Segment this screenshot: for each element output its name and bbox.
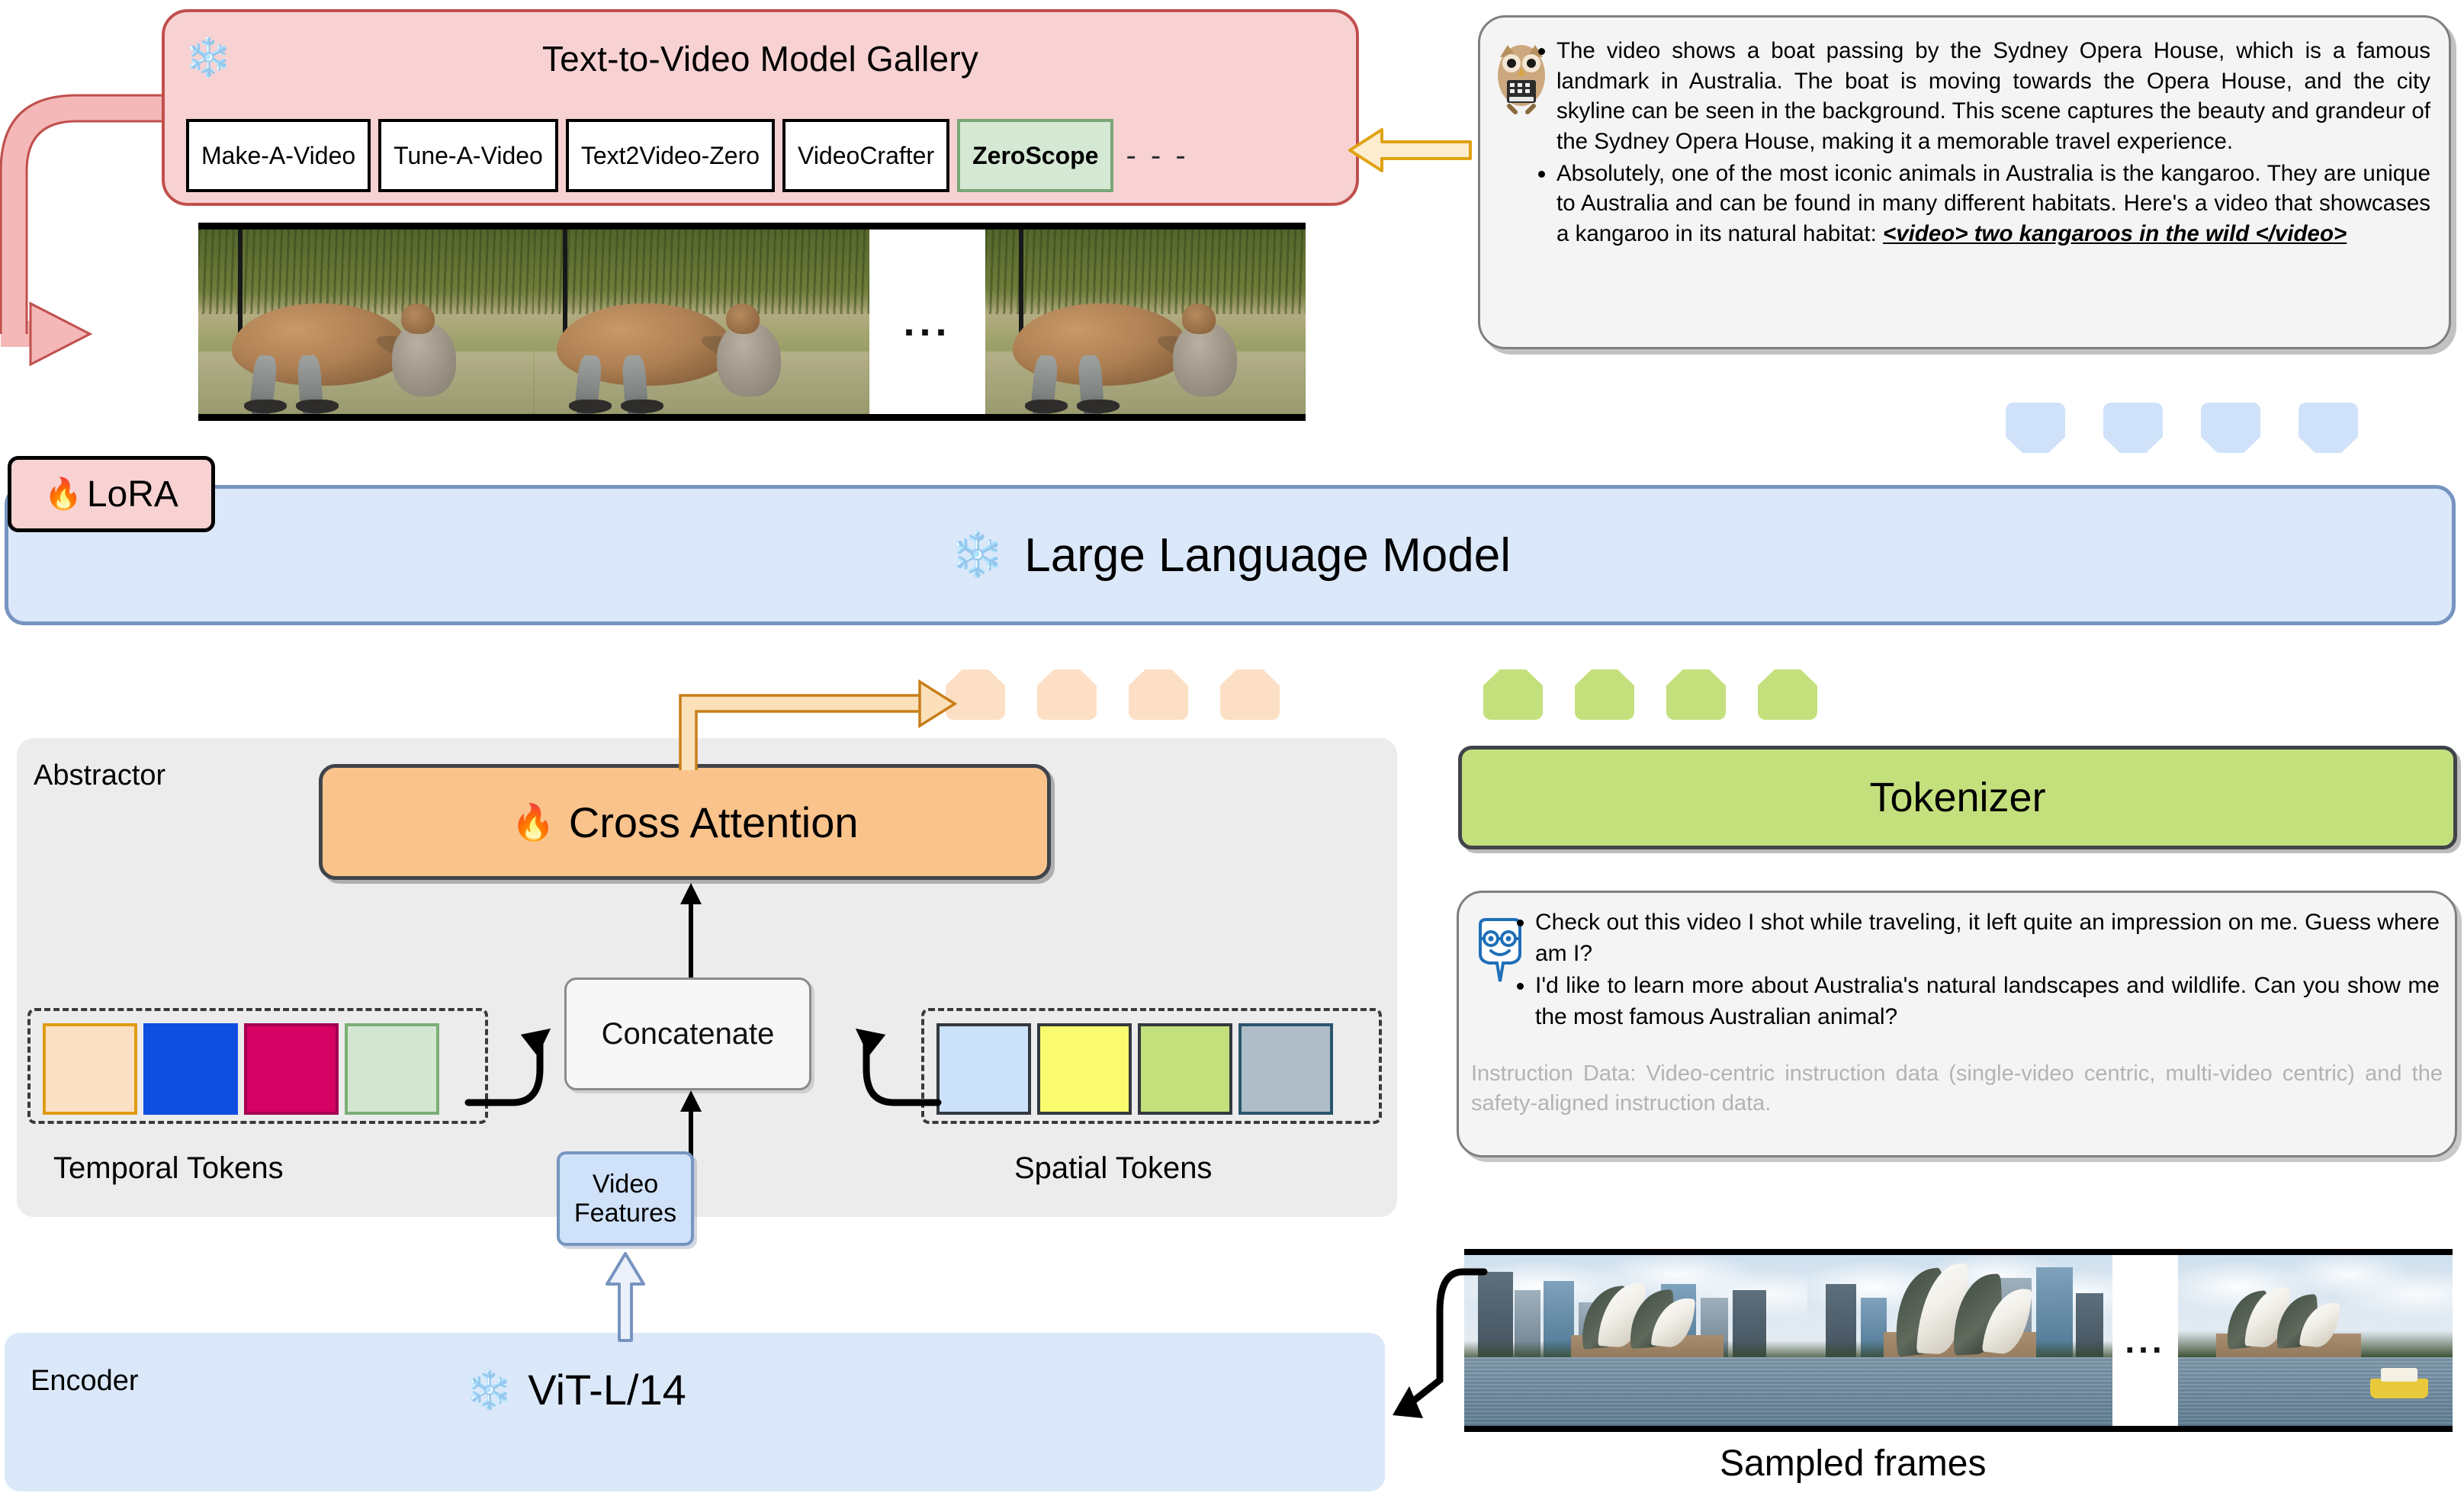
sampled-frames-caption: Sampled frames	[1720, 1443, 1987, 1484]
video-features-line-1: Video	[592, 1169, 659, 1199]
assistant-response-bubble: The video shows a boat passing by the Sy…	[1478, 15, 2451, 349]
user-bullet-list: Check out this video I shot while travel…	[1535, 907, 2440, 1033]
vit-model-group: ❄️ ViT-L/14	[465, 1365, 686, 1414]
spatial-to-concat-arrow	[825, 1006, 942, 1113]
fire-icon: 🔥	[44, 477, 82, 511]
blue-token-row	[2006, 403, 2358, 453]
peach-token-4	[1220, 669, 1280, 720]
video-strip-ellipsis: ...	[869, 230, 985, 414]
abstractor-label: Abstractor	[34, 759, 166, 791]
spatial-swatch-2	[1037, 1023, 1132, 1115]
assistant-bullet-list: The video shows a boat passing by the Sy…	[1556, 36, 2430, 251]
assistant-bullet-1: The video shows a boat passing by the Sy…	[1556, 36, 2430, 157]
peach-token-3	[1129, 669, 1188, 720]
generated-video-strip: ...	[198, 223, 1306, 421]
snowflake-icon: ❄️	[465, 1368, 513, 1411]
concatenate-block: Concatenate	[564, 978, 811, 1090]
gallery-feedback-arrow	[1348, 128, 1472, 172]
encoder-panel	[5, 1333, 1385, 1491]
model-chip-make-a-video[interactable]: Make-A-Video	[186, 119, 371, 192]
tokenizer-block: Tokenizer	[1458, 746, 2457, 849]
blue-token-2	[2103, 403, 2163, 453]
sampled-frames-ellipsis: ...	[2112, 1255, 2178, 1426]
temporal-swatch-1	[43, 1023, 137, 1115]
green-token-1	[1483, 669, 1543, 720]
encoder-label: Encoder	[31, 1365, 139, 1397]
temporal-swatch-row	[43, 1023, 439, 1115]
spatial-swatch-3	[1138, 1023, 1232, 1115]
kangaroo-frame-3	[985, 230, 1306, 414]
sampled-frames-strip: ...	[1464, 1249, 2453, 1432]
green-token-2	[1575, 669, 1634, 720]
llm-label: Large Language Model	[1024, 528, 1511, 582]
blue-token-3	[2201, 403, 2260, 453]
user-instruction-bubble: Check out this video I shot while travel…	[1457, 891, 2457, 1157]
lora-badge: 🔥 LoRA	[8, 456, 215, 532]
cross-attention-label: Cross Attention	[568, 798, 859, 846]
spatial-swatch-row	[936, 1023, 1333, 1115]
concatenate-label: Concatenate	[601, 1016, 775, 1051]
kangaroo-frame-1	[198, 230, 534, 414]
video-features-line-2: Features	[573, 1199, 677, 1228]
model-chip-text2video-zero[interactable]: Text2Video-Zero	[565, 119, 776, 192]
spatial-tokens-label: Spatial Tokens	[1014, 1151, 1213, 1185]
peach-token-2	[1037, 669, 1097, 720]
vit-model-label: ViT-L/14	[528, 1366, 686, 1414]
cross-attention-block: 🔥 Cross Attention	[319, 764, 1051, 880]
model-chip-list: Make-A-Video Tune-A-Video Text2Video-Zer…	[186, 119, 1189, 192]
peach-token-row	[946, 669, 1280, 720]
text-to-video-model-gallery: ❄️ Text-to-Video Model Gallery Make-A-Vi…	[162, 9, 1359, 206]
cross-attention-output-arrow	[671, 679, 961, 770]
blue-token-1	[2006, 403, 2065, 453]
model-chip-ellipsis: - - -	[1126, 138, 1189, 172]
opera-house-frame-3	[2178, 1255, 2453, 1426]
gallery-title: Text-to-Video Model Gallery	[541, 39, 979, 79]
spatial-tokens-group	[921, 1008, 1382, 1124]
model-chip-tune-a-video[interactable]: Tune-A-Video	[378, 119, 558, 192]
tokenizer-label: Tokenizer	[1869, 775, 2046, 820]
large-language-model-bar: ❄️ Large Language Model	[5, 485, 2456, 625]
green-token-4	[1758, 669, 1817, 720]
model-chip-videocrafter[interactable]: VideoCrafter	[782, 119, 950, 192]
instruction-data-note: Instruction Data: Video-centric instruct…	[1471, 1061, 2443, 1116]
temporal-to-concat-arrow	[464, 1006, 581, 1113]
model-chip-zeroscope[interactable]: ZeroScope	[957, 119, 1114, 192]
temporal-swatch-2	[143, 1023, 238, 1115]
spatial-swatch-1	[936, 1023, 1031, 1115]
assistant-bullet-2: Absolutely, one of the most iconic anima…	[1556, 159, 2430, 249]
encoder-to-video-features-arrow	[599, 1244, 651, 1342]
spatial-swatch-4	[1238, 1023, 1333, 1115]
lora-label: LoRA	[86, 474, 178, 515]
concat-to-cross-attention-arrow	[676, 883, 706, 982]
video-features-block: Video Features	[557, 1151, 694, 1246]
temporal-tokens-group	[27, 1008, 488, 1124]
opera-house-frame-2	[1807, 1255, 2112, 1426]
video-tag-link[interactable]: <video> two kangaroos in the wild </vide…	[1883, 221, 2347, 246]
temporal-swatch-4	[345, 1023, 439, 1115]
fire-icon: 🔥	[511, 802, 555, 842]
blue-token-4	[2299, 403, 2358, 453]
temporal-swatch-3	[244, 1023, 339, 1115]
kangaroo-frame-2	[534, 230, 869, 414]
snowflake-icon: ❄️	[949, 530, 1005, 579]
green-token-row	[1483, 669, 1817, 720]
frames-to-encoder-arrow	[1350, 1266, 1488, 1441]
user-bullet-2: I'd like to learn more about Australia's…	[1535, 970, 2440, 1033]
opera-house-frame-1	[1464, 1255, 1807, 1426]
user-bullet-1: Check out this video I shot while travel…	[1535, 907, 2440, 970]
green-token-3	[1666, 669, 1726, 720]
temporal-tokens-label: Temporal Tokens	[53, 1151, 284, 1185]
